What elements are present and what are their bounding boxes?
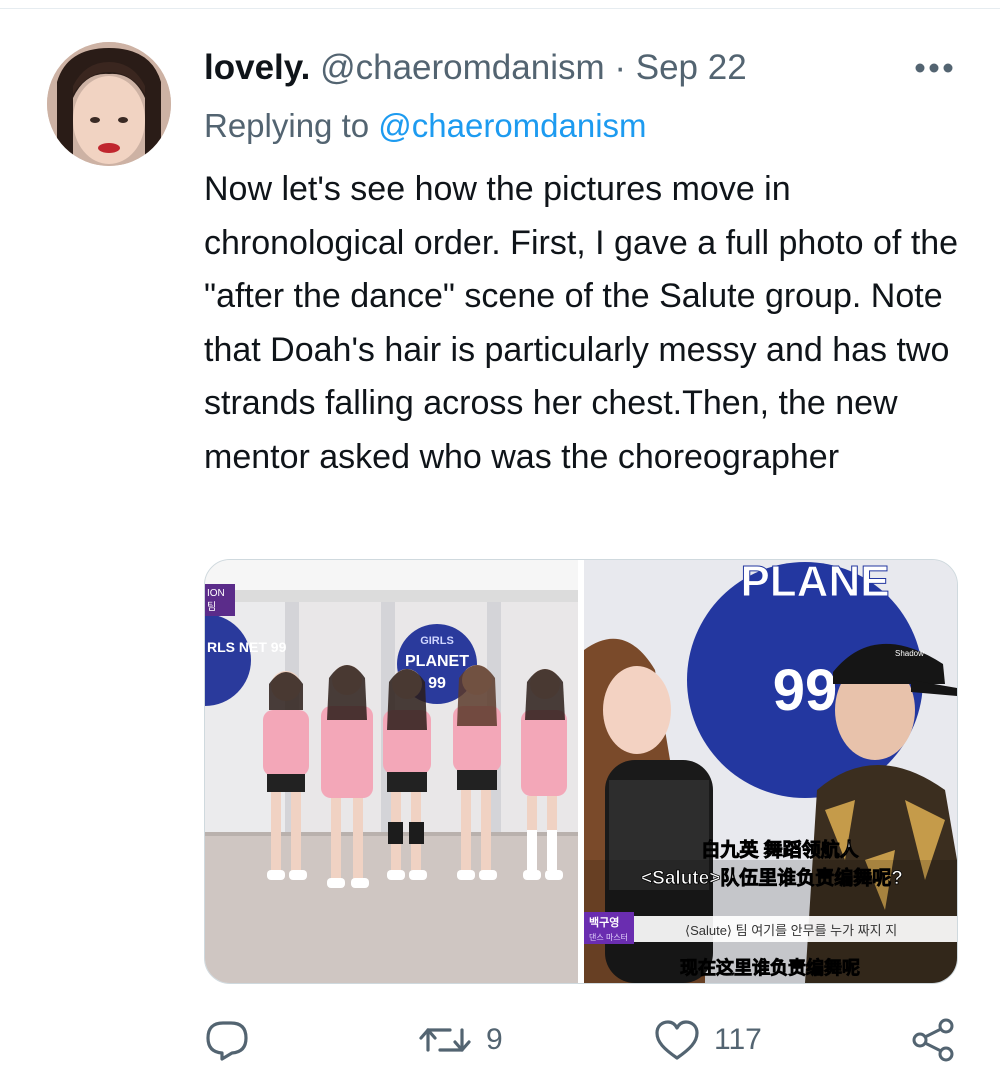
share-button[interactable]: [910, 1010, 956, 1070]
backdrop-number: 99: [773, 658, 838, 723]
center-logo-line3: 99: [428, 675, 446, 692]
top-divider: [0, 8, 1000, 9]
replying-prefix: Replying to: [204, 107, 379, 144]
author-handle[interactable]: @chaeromdanism: [320, 48, 605, 87]
name-tag-line1: 백구영: [589, 915, 619, 929]
more-dots-icon: [915, 63, 953, 73]
media-image: ION 팀 RLS NET 99 GIRLS PLANET 99 PLANE 9…: [205, 560, 957, 983]
backdrop-title: PLANE: [740, 560, 889, 606]
caption-cn-bottom: 现在这里谁负责编舞呢: [680, 957, 860, 978]
like-button[interactable]: 117: [654, 1010, 762, 1070]
left-badge-line1: ION: [207, 588, 225, 599]
left-wall-logo: RLS NET 99: [207, 639, 287, 655]
replying-mention-link[interactable]: @chaeromdanism: [378, 107, 646, 144]
tweet-text: Now let's see how the pictures move in c…: [204, 170, 959, 476]
left-badge-line2: 팀: [207, 601, 216, 613]
reply-icon: [204, 1018, 250, 1062]
retweet-icon: [418, 1020, 472, 1060]
center-logo-line2: PLANET: [405, 653, 469, 670]
name-tag-line2: 댄스 마스터: [589, 933, 628, 942]
header-separator: ·: [614, 48, 627, 87]
caption-cn-line1: 白九英 舞蹈领航人: [701, 838, 859, 861]
heart-icon: [654, 1019, 700, 1061]
avatar-photo: [47, 42, 171, 166]
tweet-header: lovely. @chaeromdanism · Sep 22: [204, 46, 747, 90]
more-options-button[interactable]: [912, 50, 956, 86]
cap-brand: Shadow: [895, 649, 924, 658]
avatar[interactable]: [47, 42, 171, 166]
tweet-date[interactable]: Sep 22: [636, 48, 747, 87]
caption-cn-line2: <Salute>队伍里谁负责编舞呢?: [641, 866, 903, 889]
replying-to-line: Replying to @chaeromdanism: [204, 104, 647, 148]
left-photo: ION 팀 RLS NET 99 GIRLS PLANET 99: [205, 560, 578, 983]
reply-button[interactable]: [204, 1010, 250, 1070]
tweet-actions: 9 117: [204, 1010, 964, 1070]
author-name[interactable]: lovely.: [204, 48, 310, 87]
retweet-button[interactable]: 9: [418, 1010, 503, 1070]
caption-kr: ⟨Salute⟩ 팀 여기를 안무를 누가 짜지 지: [685, 923, 897, 938]
tweet-media[interactable]: ION 팀 RLS NET 99 GIRLS PLANET 99 PLANE 9…: [204, 559, 958, 984]
center-logo-line1: GIRLS: [420, 635, 454, 647]
right-photo: PLANE 99 Shadow 白九英 舞蹈领航人 <Salute>队伍里谁负责…: [584, 560, 957, 983]
share-icon: [910, 1017, 956, 1063]
like-count: 117: [714, 1023, 762, 1056]
retweet-count: 9: [486, 1023, 503, 1056]
